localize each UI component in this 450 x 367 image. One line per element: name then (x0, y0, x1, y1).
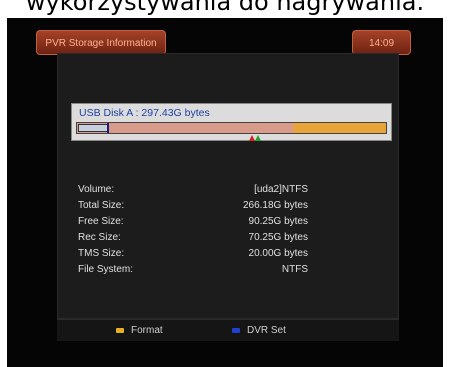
info-key: Total Size: (78, 200, 125, 211)
info-value: 20.00G bytes (248, 248, 308, 259)
info-key: Rec Size: (78, 232, 121, 243)
info-key: Free Size: (78, 216, 124, 227)
info-row-free: Free Size: 90.25G bytes (78, 214, 308, 230)
format-key[interactable]: Format (116, 320, 163, 342)
used-space-fill (77, 123, 294, 133)
info-value: 266.18G bytes (242, 200, 308, 211)
info-row-rec: Rec Size: 70.25G bytes (78, 230, 308, 246)
info-key: Volume: (78, 184, 115, 195)
caption-text: wykorzystywania do nagrywania. (25, 0, 425, 16)
page-title: PVR Storage Information (36, 30, 166, 55)
info-row-tms: TMS Size: 20.00G bytes (78, 246, 308, 262)
info-value: 70.25G bytes (248, 232, 308, 243)
storage-info: Volume: [uda2]NTFS Total Size: 266.18G b… (78, 182, 308, 278)
info-row-filesystem: File System: NTFS (78, 262, 308, 278)
dvr-set-label: DVR Set (247, 325, 286, 336)
format-label: Format (131, 325, 163, 336)
info-key: TMS Size: (78, 248, 125, 259)
key-hints: Format DVR Set (57, 319, 399, 341)
info-key: File System: (78, 264, 134, 275)
info-row-volume: Volume: [uda2]NTFS (78, 182, 308, 198)
current-segment (78, 124, 108, 132)
disk-selector[interactable]: USB Disk A : 297.43G bytes (71, 103, 392, 141)
blue-key-icon (232, 327, 240, 333)
info-value: [uda2]NTFS (254, 184, 308, 195)
info-row-total: Total Size: 266.18G bytes (78, 198, 308, 214)
info-value: 90.25G bytes (248, 216, 308, 227)
yellow-key-icon (116, 327, 124, 333)
dvr-set-key[interactable]: DVR Set (232, 320, 286, 342)
segment-marker (107, 123, 109, 133)
tms-pointer-icon (255, 135, 261, 141)
disk-usage-bar (76, 122, 387, 134)
info-value: NTFS (281, 264, 308, 275)
clock: 14:09 (352, 30, 411, 55)
disk-label: USB Disk A : 297.43G bytes (79, 107, 210, 119)
